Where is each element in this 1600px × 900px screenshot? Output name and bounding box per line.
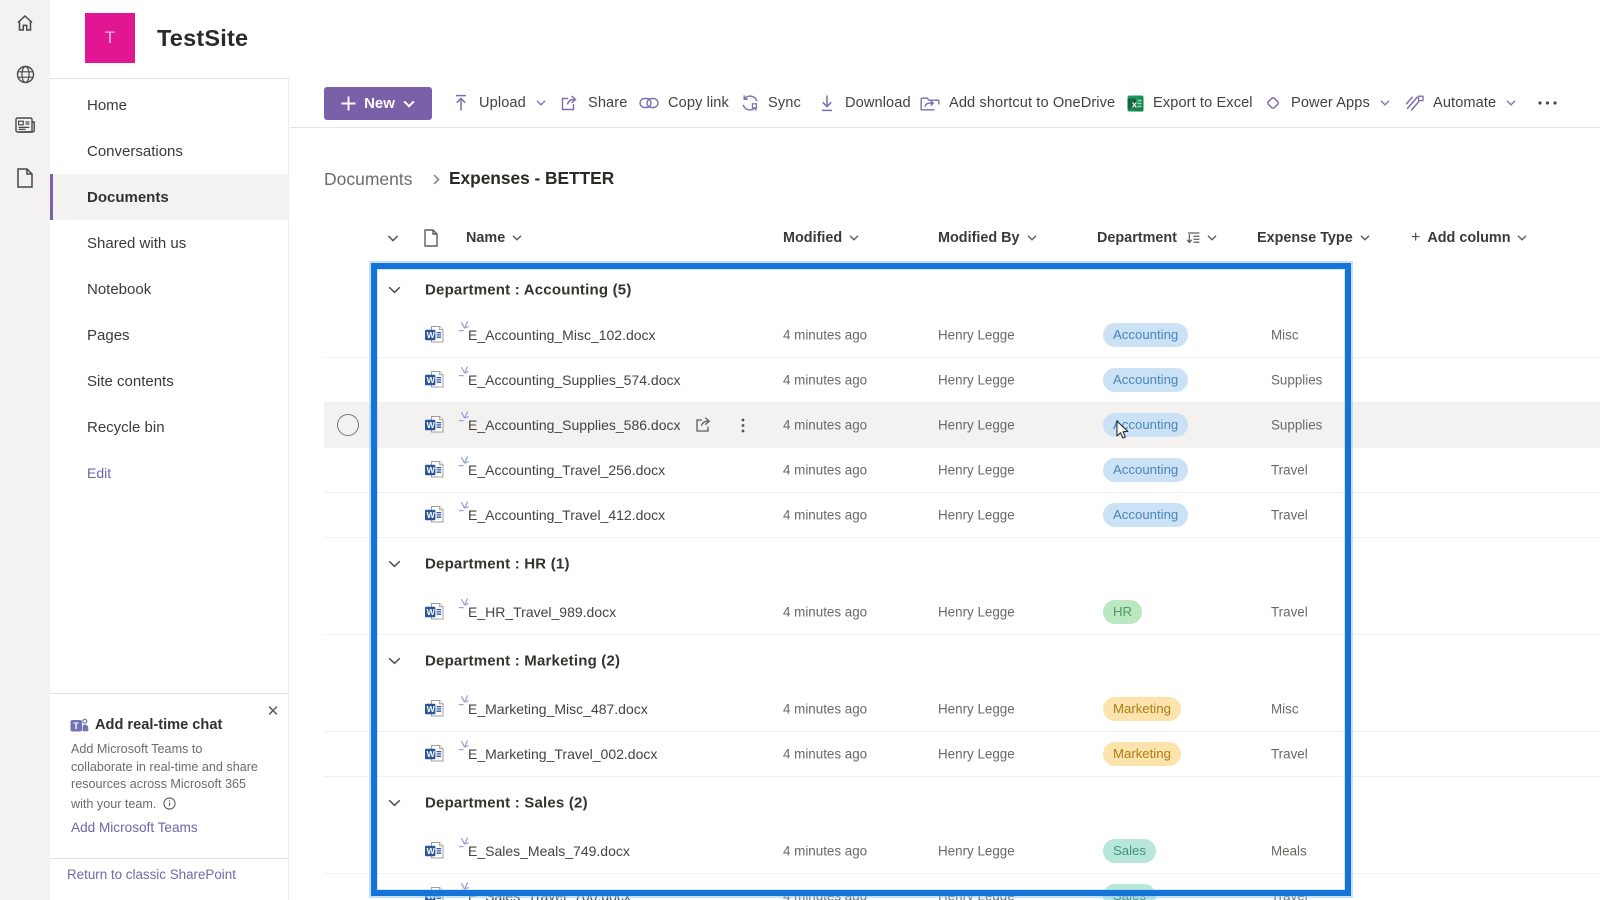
svg-text:T: T [73,721,79,731]
svg-text:x: x [1132,99,1138,110]
